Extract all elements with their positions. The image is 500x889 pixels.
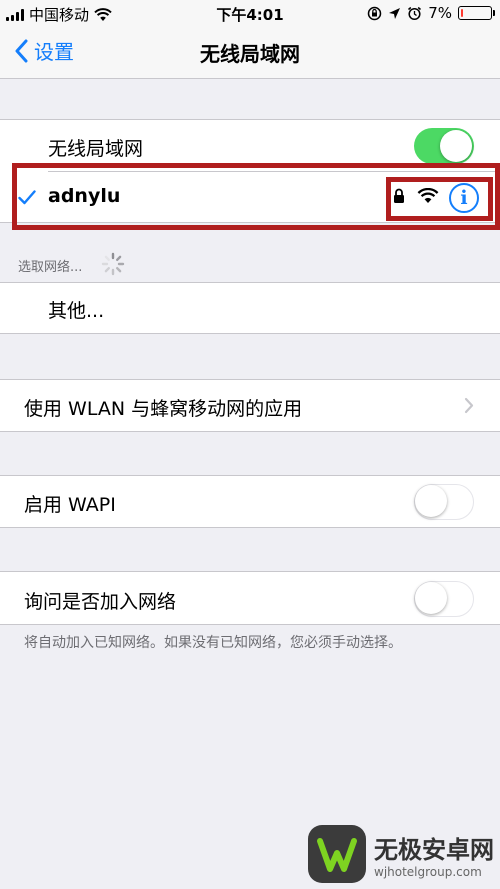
choose-network-header: 选取网络... xyxy=(18,260,83,275)
toggle-knob xyxy=(440,130,472,162)
watermark-logo-icon xyxy=(308,825,366,883)
other-network-group: 其他... xyxy=(0,282,500,334)
wlan-apps-group: 使用 WLAN 与蜂窝移动网的应用 xyxy=(0,379,500,432)
watermark-url: wjhotelgroup.com xyxy=(374,864,482,879)
highlight-info-area xyxy=(386,177,493,221)
watermark-title: 无极安卓网 xyxy=(374,835,494,864)
page-title: 无线局域网 xyxy=(200,42,300,66)
ask-join-toggle[interactable] xyxy=(414,581,474,617)
wlan-apps-row[interactable]: 使用 WLAN 与蜂窝移动网的应用 xyxy=(24,394,302,421)
other-network-row[interactable]: 其他... xyxy=(48,296,104,323)
wifi-toggle[interactable] xyxy=(414,128,474,164)
battery-icon xyxy=(458,6,495,20)
watermark: 无极安卓网 wjhotelgroup.com xyxy=(308,825,494,883)
navigation-bar: 设置 无线局域网 xyxy=(0,26,500,79)
wapi-group: 启用 WAPI xyxy=(0,475,500,528)
battery-percent: 7% xyxy=(428,4,452,22)
chevron-right-icon xyxy=(464,397,474,414)
alarm-clock-icon xyxy=(408,6,422,20)
wifi-toggle-label: 无线局域网 xyxy=(48,138,144,160)
location-arrow-icon xyxy=(389,7,401,19)
wapi-toggle[interactable] xyxy=(414,484,474,520)
status-bar: 中国移动 下午4:01 7% xyxy=(0,0,500,26)
wapi-label: 启用 WAPI xyxy=(24,494,116,516)
toggle-knob xyxy=(415,485,447,517)
status-right: 7% xyxy=(367,4,495,22)
screen-lock-icon xyxy=(367,6,382,20)
ask-join-label: 询问是否加入网络 xyxy=(24,591,177,613)
loading-spinner-icon xyxy=(101,252,125,276)
ask-join-group: 询问是否加入网络 xyxy=(0,571,500,625)
watermark-text: 无极安卓网 wjhotelgroup.com xyxy=(374,830,494,879)
battery-fill xyxy=(461,9,463,17)
toggle-knob xyxy=(415,582,447,614)
ask-join-footnote: 将自动加入已知网络。如果没有已知网络，您必须手动选择。 xyxy=(24,635,402,651)
